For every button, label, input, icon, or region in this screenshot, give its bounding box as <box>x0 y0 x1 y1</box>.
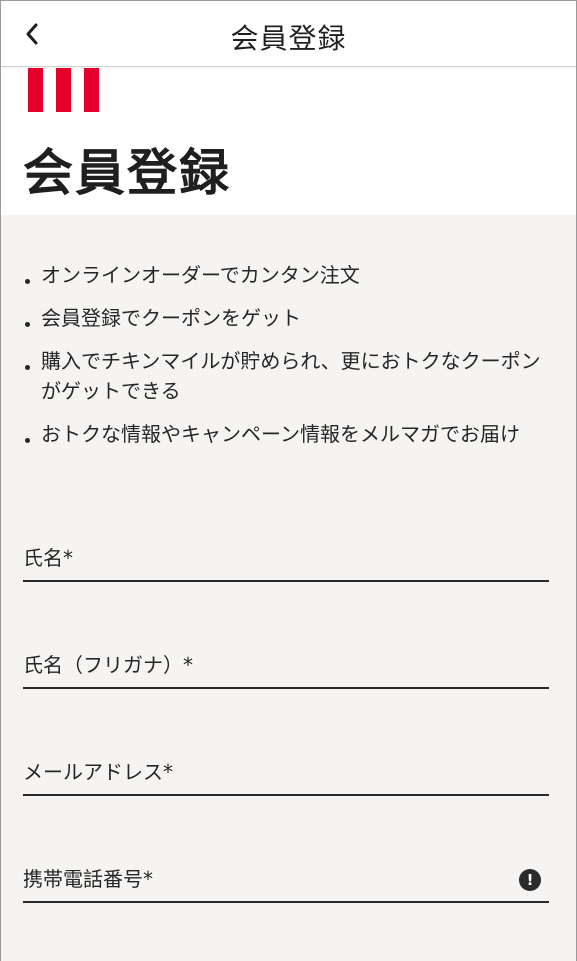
email-label: メールアドレス* <box>23 760 173 784</box>
name-label: 氏名* <box>23 546 73 570</box>
name-kana-label: 氏名（フリガナ）* <box>23 653 193 677</box>
page-frame: 会員登録 会員登録 オンラインオーダーでカンタン注文 会員登録でクーポンをゲット… <box>0 0 577 961</box>
phone-label: 携帯電話番号* <box>23 867 153 891</box>
bullet-icon <box>25 438 30 443</box>
brand-stripe <box>28 68 43 112</box>
bullet-icon <box>25 322 30 327</box>
benefit-text: おトクな情報やキャンペーン情報をメルマガでお届け <box>41 422 520 446</box>
list-item: 会員登録でクーポンをゲット <box>23 303 553 333</box>
name-kana-field[interactable]: 氏名（フリガナ）* <box>23 641 549 689</box>
nav-bar: 会員登録 <box>1 0 576 67</box>
benefits-list: オンラインオーダーでカンタン注文 会員登録でクーポンをゲット 購入でチキンマイル… <box>23 260 553 462</box>
benefit-text: 購入でチキンマイルが貯められ、更におトクなクーポンがゲットできる <box>41 349 541 403</box>
brand-stripe <box>56 68 71 112</box>
list-item: オンラインオーダーでカンタン注文 <box>23 260 553 290</box>
page-title: 会員登録 <box>23 144 231 202</box>
name-field[interactable]: 氏名* <box>23 534 549 582</box>
list-item: おトクな情報やキャンペーン情報をメルマガでお届け <box>23 419 553 449</box>
brand-stripe <box>84 68 99 112</box>
nav-title: 会員登録 <box>230 22 347 55</box>
phone-field[interactable]: 携帯電話番号* ! <box>23 855 549 903</box>
email-field[interactable]: メールアドレス* <box>23 748 549 796</box>
benefit-text: 会員登録でクーポンをゲット <box>41 306 301 330</box>
bullet-icon <box>25 279 30 284</box>
hero-section: 会員登録 <box>1 68 576 215</box>
benefit-text: オンラインオーダーでカンタン注文 <box>41 263 360 287</box>
brand-stripes <box>28 68 99 112</box>
alert-icon[interactable]: ! <box>519 869 541 891</box>
list-item: 購入でチキンマイルが貯められ、更におトクなクーポンがゲットできる <box>23 346 553 406</box>
bullet-icon <box>25 365 30 370</box>
